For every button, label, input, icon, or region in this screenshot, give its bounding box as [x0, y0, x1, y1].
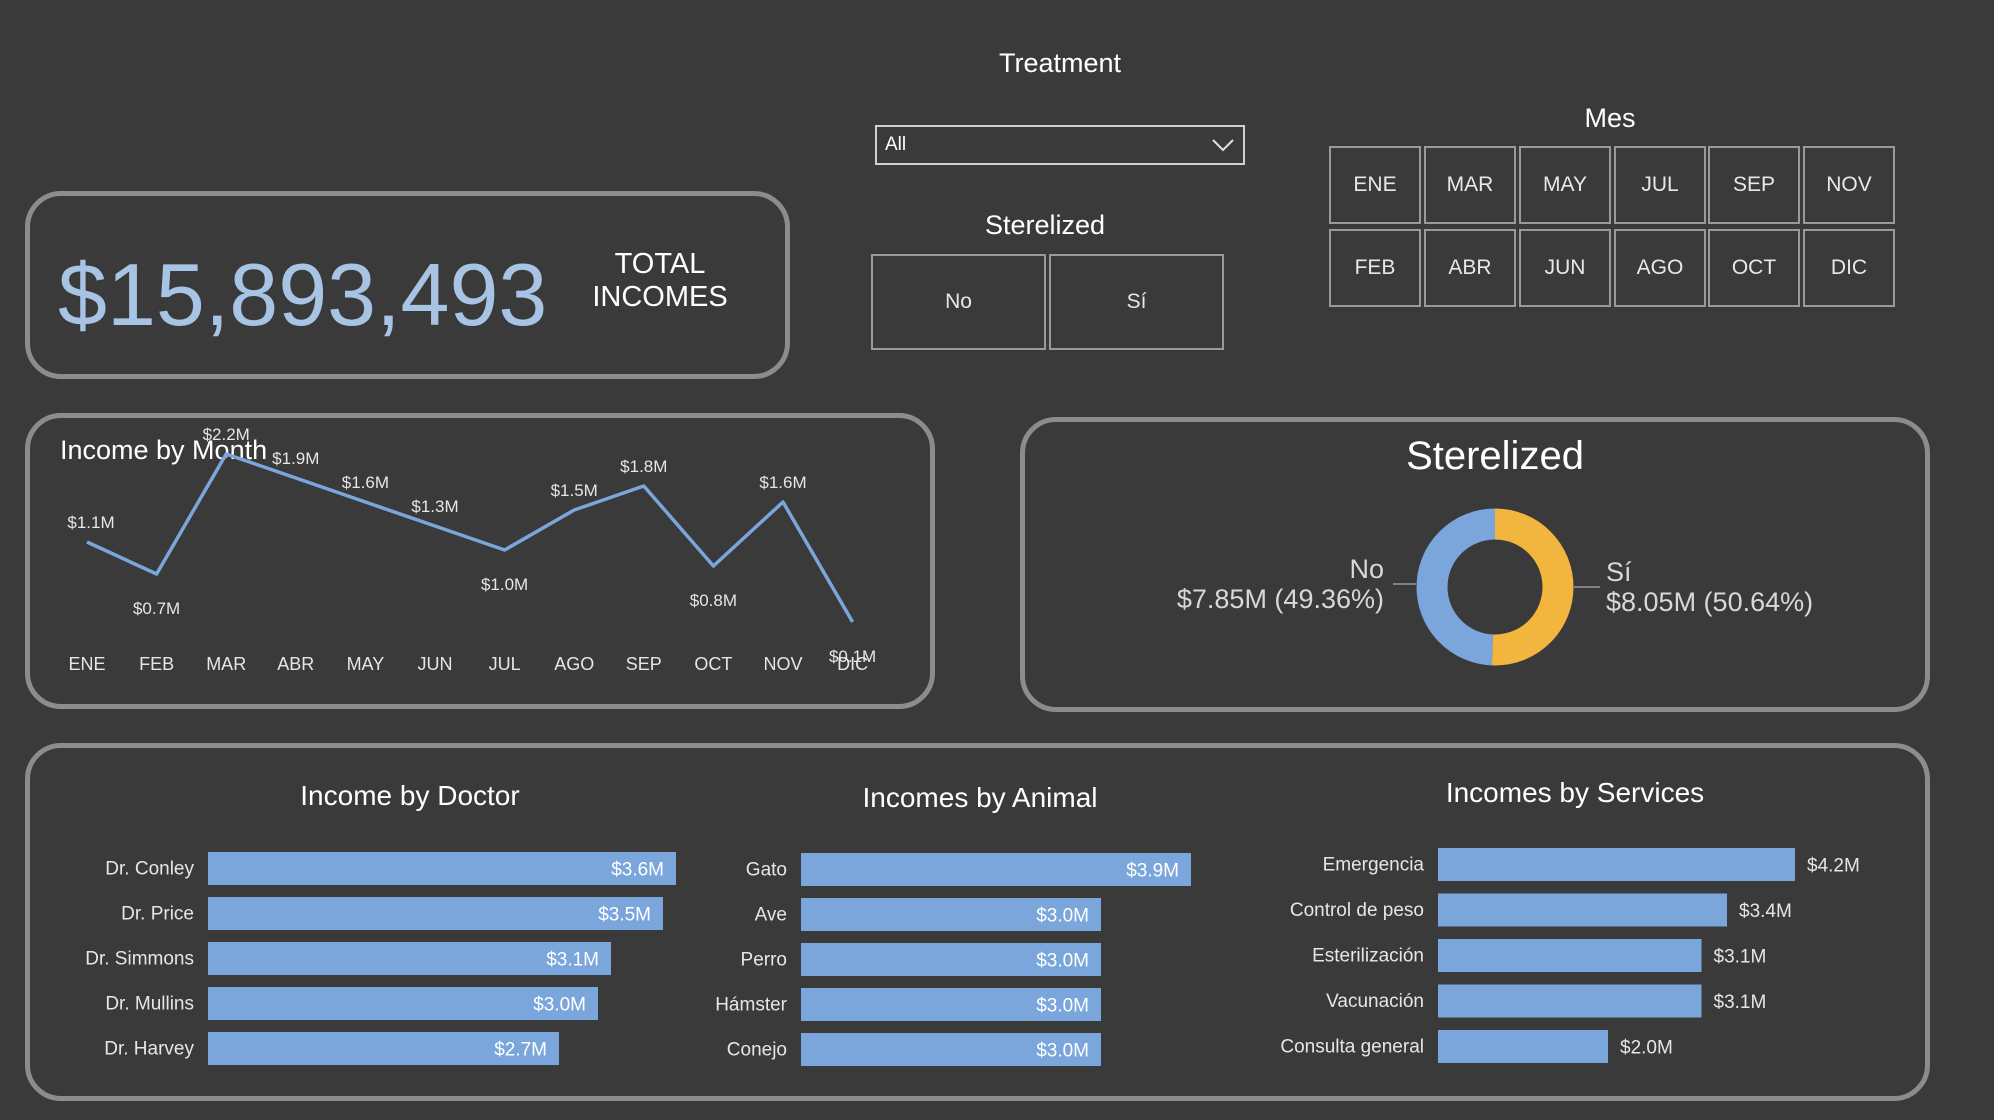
month-option-abr[interactable]: ABR: [1424, 229, 1516, 307]
month-option-may[interactable]: MAY: [1519, 146, 1611, 224]
total-incomes-label-line2: INCOMES: [592, 281, 728, 313]
month-option-nov[interactable]: NOV: [1803, 146, 1895, 224]
month-option-jul[interactable]: JUL: [1614, 146, 1706, 224]
month-option-dic[interactable]: DIC: [1803, 229, 1895, 307]
month-option-ene[interactable]: ENE: [1329, 146, 1421, 224]
sterilized-filter-title: Sterelized: [984, 210, 1106, 240]
month-option-oct[interactable]: OCT: [1708, 229, 1800, 307]
chevron-down-icon: [1211, 137, 1235, 159]
incomes-by-animal-title: Incomes by Animal: [862, 782, 1098, 813]
month-option-ago[interactable]: AGO: [1614, 229, 1706, 307]
treatment-selected-value: All: [885, 134, 907, 155]
treatment-dropdown[interactable]: All: [875, 125, 1245, 165]
income-by-doctor-title: Income by Doctor: [300, 780, 520, 811]
total-incomes-label-line1: TOTAL: [614, 248, 706, 280]
incomes-by-services-title: Incomes by Services: [1445, 777, 1705, 808]
total-incomes-card: $15,893,493 TOTAL INCOMES: [25, 191, 790, 379]
total-incomes-value: $15,893,493: [58, 245, 548, 344]
month-option-feb[interactable]: FEB: [1329, 229, 1421, 307]
treatment-title: Treatment: [998, 48, 1122, 78]
sterilized-option-no[interactable]: No: [871, 254, 1046, 350]
sterilized-chart-title: Sterelized: [1406, 434, 1584, 478]
income-by-month-title: Income by Month: [60, 435, 268, 465]
total-incomes-label: TOTAL INCOMES: [590, 248, 730, 314]
month-option-sep[interactable]: SEP: [1708, 146, 1800, 224]
month-filter-title: Mes: [1584, 103, 1636, 133]
sterilized-option-si[interactable]: Sí: [1049, 254, 1224, 350]
month-option-jun[interactable]: JUN: [1519, 229, 1611, 307]
month-option-mar[interactable]: MAR: [1424, 146, 1516, 224]
